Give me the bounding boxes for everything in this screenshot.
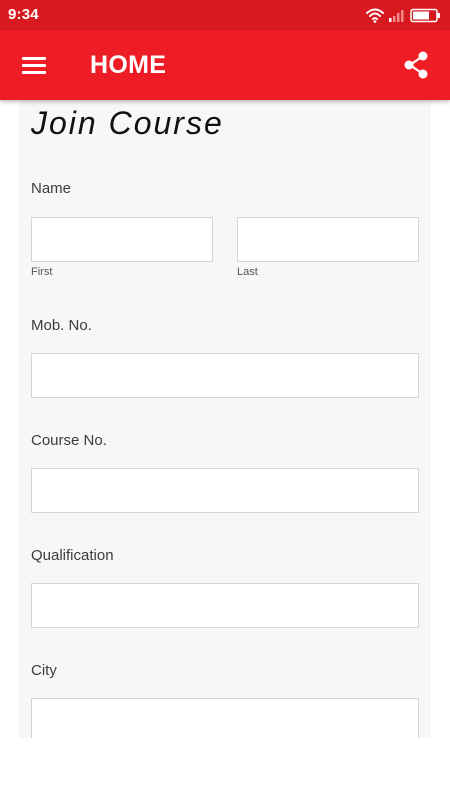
- status-icons-graphic: [366, 8, 440, 23]
- first-name-input[interactable]: [31, 217, 213, 262]
- app-bar: HOME: [0, 30, 450, 100]
- menu-button[interactable]: [16, 47, 52, 83]
- mobile-number-input[interactable]: [31, 353, 419, 398]
- status-time: 9:34: [8, 6, 39, 23]
- name-label: Name: [31, 180, 72, 197]
- form-title: Join Course: [31, 105, 224, 141]
- status-icons: [364, 6, 444, 24]
- course-number-input[interactable]: [31, 468, 419, 513]
- first-name-sublabel: First: [31, 266, 53, 278]
- join-course-form: Join Course Name First Last Mob. No. Cou…: [19, 100, 431, 738]
- last-name-input[interactable]: [237, 217, 419, 262]
- share-icon: [404, 51, 428, 79]
- last-name-sublabel: Last: [237, 266, 258, 278]
- hamburger-menu-icon: [22, 57, 46, 74]
- qualification-input[interactable]: [31, 583, 419, 628]
- battery-icon: [410, 8, 440, 23]
- status-bar: 9:34: [0, 0, 450, 30]
- app-title: HOME: [90, 51, 167, 79]
- city-input[interactable]: [31, 698, 419, 738]
- course-number-label: Course No.: [31, 432, 107, 449]
- share-button[interactable]: [398, 47, 434, 83]
- city-label: City: [31, 662, 57, 679]
- mobile-label: Mob. No.: [31, 317, 92, 334]
- wifi-icon: [366, 8, 384, 20]
- cellular-signal-icon: [389, 10, 404, 22]
- qualification-label: Qualification: [31, 547, 114, 564]
